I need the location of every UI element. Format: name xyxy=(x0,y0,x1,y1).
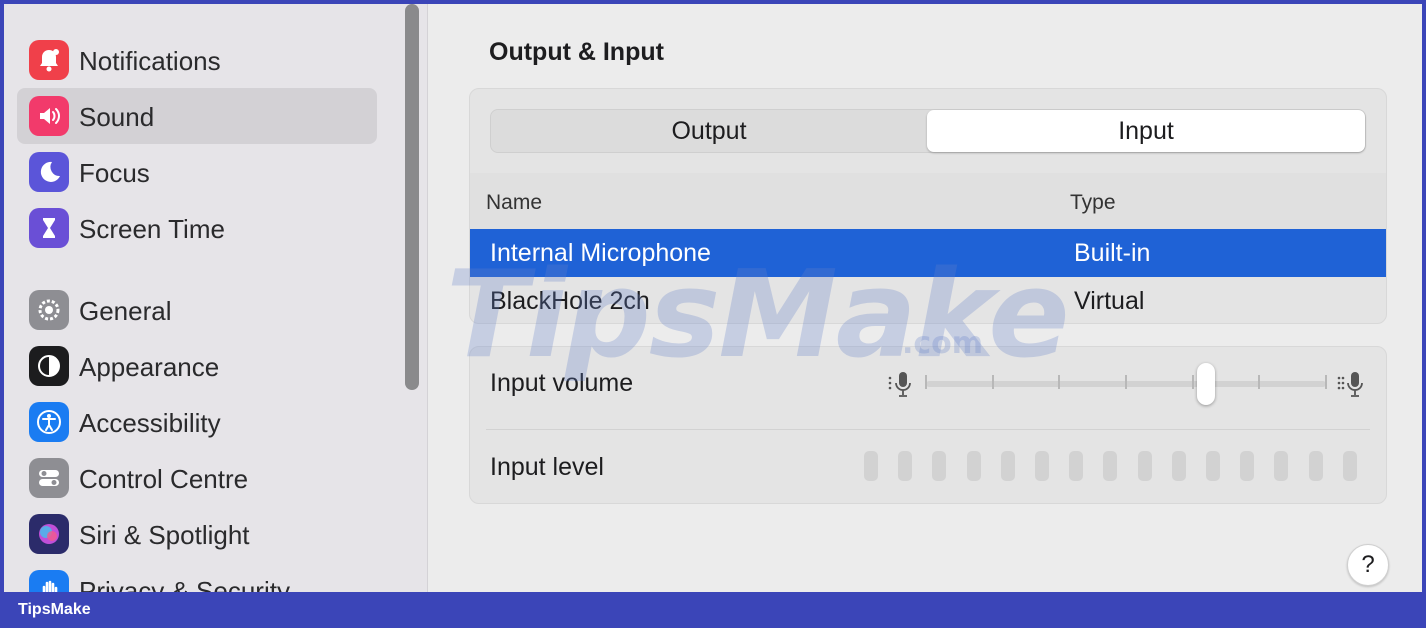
sidebar-item-sound[interactable]: Sound xyxy=(17,88,377,144)
appearance-icon xyxy=(29,346,69,386)
table-row[interactable]: BlackHole 2ch Virtual xyxy=(470,277,1386,323)
device-type: Built-in xyxy=(1074,239,1151,267)
input-level-bar xyxy=(966,451,981,481)
speaker-icon xyxy=(29,96,69,136)
sidebar-item-label: Focus xyxy=(79,158,150,188)
input-level-bar xyxy=(1035,451,1049,481)
siri-icon xyxy=(29,514,69,554)
hourglass-icon xyxy=(29,208,69,248)
output-input-panel: Output Input Name Type Internal Micropho… xyxy=(469,88,1387,324)
input-level-bar xyxy=(1308,451,1323,481)
sidebar-item-siri-spotlight[interactable]: Siri & Spotlight xyxy=(17,506,377,562)
mic-low-icon xyxy=(888,372,911,397)
slider-tick xyxy=(1058,375,1061,389)
input-level-bar xyxy=(898,451,913,481)
sidebar-item-label: Screen Time xyxy=(79,214,225,244)
slider-tick xyxy=(1191,375,1194,389)
footer-bar: TipsMake xyxy=(0,592,1426,628)
output-input-segmented-control: Output Input xyxy=(490,109,1366,153)
sidebar-item-appearance[interactable]: Appearance xyxy=(17,338,377,394)
input-level-bar xyxy=(1000,451,1015,481)
sidebar-item-privacy-security[interactable]: Privacy & Security xyxy=(17,562,377,592)
tab-output[interactable]: Output xyxy=(491,110,927,152)
sidebar-item-focus[interactable]: Focus xyxy=(17,144,377,200)
input-settings-panel: Input volume Input level xyxy=(469,346,1387,504)
accessibility-icon xyxy=(29,402,69,442)
input-level-bar xyxy=(1069,451,1084,481)
sidebar-item-notifications[interactable]: Notifications xyxy=(17,32,377,88)
sidebar-item-screen-time[interactable]: Screen Time xyxy=(17,200,377,256)
toggles-icon xyxy=(29,458,69,498)
device-type: Virtual xyxy=(1074,287,1145,315)
sidebar-item-label: Accessibility xyxy=(79,408,221,438)
main-content: Output & Input Output Input Name Type In… xyxy=(429,4,1422,592)
input-level-bar xyxy=(864,451,878,481)
table-row[interactable]: Internal Microphone Built-in xyxy=(470,229,1386,277)
input-volume-label: Input volume xyxy=(490,369,634,397)
sidebar-item-label: Siri & Spotlight xyxy=(79,520,250,550)
hand-icon xyxy=(29,570,69,592)
input-volume-slider-thumb[interactable] xyxy=(1197,363,1215,405)
sidebar: Notifications Sound Focus Screen Time Ge… xyxy=(4,4,428,592)
watermark-suffix: .com xyxy=(902,326,984,361)
tab-input[interactable]: Input xyxy=(927,110,1365,152)
input-level-bar xyxy=(1103,451,1118,481)
slider-tick xyxy=(1325,375,1327,389)
slider-tick xyxy=(1258,375,1261,389)
sidebar-item-accessibility[interactable]: Accessibility xyxy=(17,394,377,450)
mic-high-icon xyxy=(1337,372,1363,397)
footer-brand-label: TipsMake xyxy=(18,601,91,618)
column-header-name[interactable]: Name xyxy=(486,191,542,215)
input-level-bar xyxy=(1171,451,1186,481)
moon-icon xyxy=(29,152,69,192)
input-level-bar xyxy=(1240,451,1255,481)
slider-tick xyxy=(925,375,927,389)
device-name: Internal Microphone xyxy=(490,239,711,267)
settings-window: Notifications Sound Focus Screen Time Ge… xyxy=(4,4,1422,592)
sidebar-item-general[interactable]: General xyxy=(17,282,377,338)
column-header-type[interactable]: Type xyxy=(1070,191,1116,215)
sidebar-item-label: Sound xyxy=(79,102,155,132)
slider-tick xyxy=(991,375,994,389)
sidebar-item-label: Privacy & Security xyxy=(79,576,290,592)
sidebar-item-label: General xyxy=(79,296,172,326)
device-table-header: Name Type xyxy=(470,173,1386,229)
help-button[interactable]: ? xyxy=(1347,544,1389,586)
sidebar-item-label: Appearance xyxy=(79,352,220,382)
input-level-bar xyxy=(1342,451,1357,481)
input-level-bar xyxy=(1137,451,1152,481)
section-title: Output & Input xyxy=(489,38,664,66)
divider xyxy=(486,429,1370,430)
input-level-bar xyxy=(1206,451,1220,481)
sidebar-item-label: Notifications xyxy=(79,46,221,76)
sidebar-item-control-centre[interactable]: Control Centre xyxy=(17,450,377,506)
slider-tick xyxy=(1125,375,1127,389)
input-level-bar xyxy=(932,451,947,481)
input-level-bar xyxy=(1274,451,1289,481)
sidebar-item-label: Control Centre xyxy=(79,464,249,494)
device-name: BlackHole 2ch xyxy=(490,287,650,315)
sidebar-scrollbar[interactable] xyxy=(405,4,419,390)
bell-icon xyxy=(29,40,69,80)
input-level-label: Input level xyxy=(490,453,604,481)
gear-icon xyxy=(29,290,69,330)
